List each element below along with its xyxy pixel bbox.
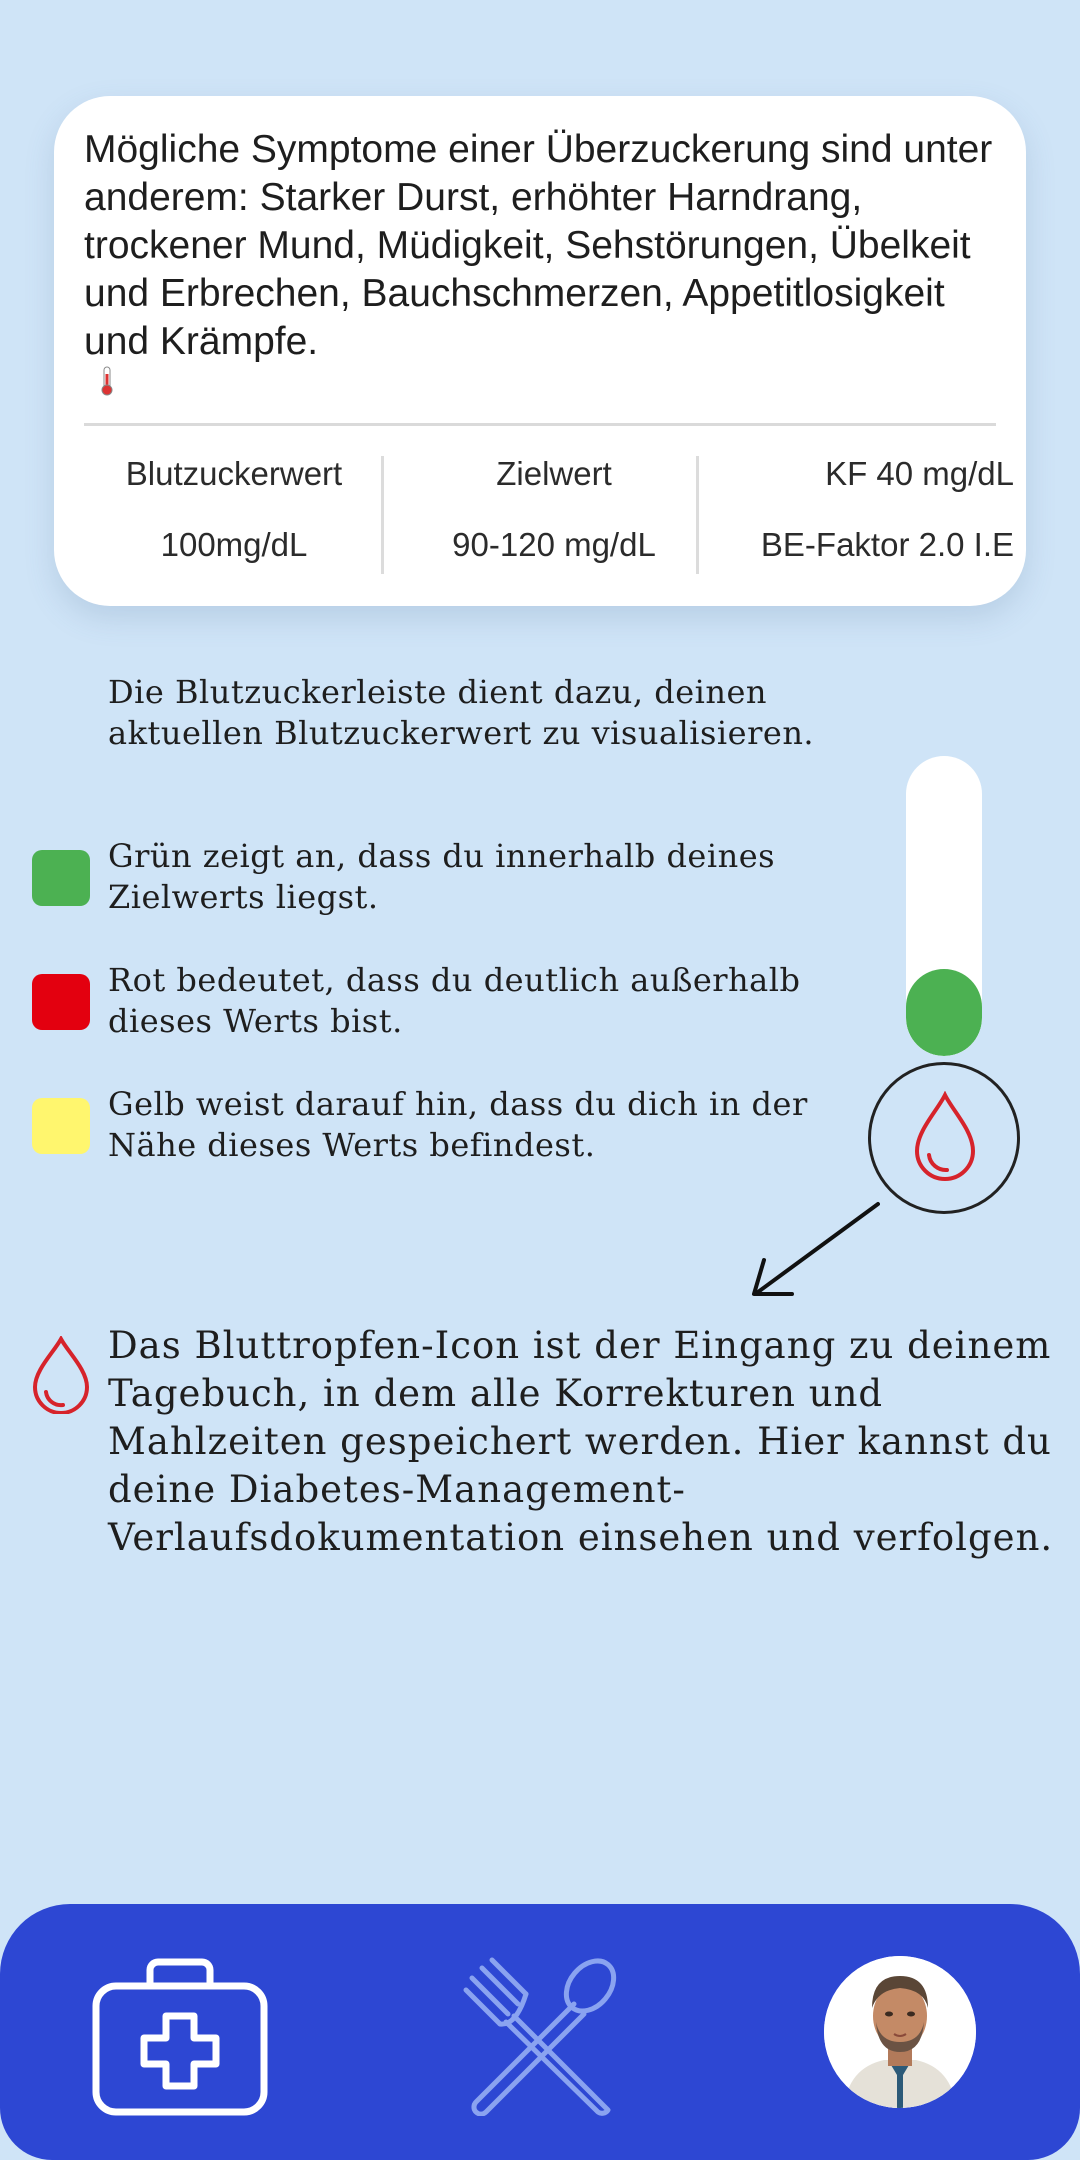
nav-medical-button[interactable] xyxy=(92,1958,268,2118)
blood-sugar-stat: Blutzuckerwert 100mg/dL xyxy=(84,451,384,571)
column-divider xyxy=(381,456,384,574)
info-card: Mögliche Symptome einer Überzuckerung si… xyxy=(54,96,1026,606)
column-divider xyxy=(696,456,699,574)
blood-sugar-meter xyxy=(906,756,982,1056)
legend-text-yellow: Gelb weist darauf hin, dass du dich in d… xyxy=(108,1085,808,1164)
kf-label: KF 40 mg/dL xyxy=(825,455,1014,492)
target-stat: Zielwert 90-120 mg/dL xyxy=(394,451,714,571)
blood-sugar-value: 100mg/dL xyxy=(160,526,308,563)
avatar xyxy=(824,1956,976,2108)
profile-avatar[interactable] xyxy=(824,1956,976,2108)
nav-meals-button[interactable] xyxy=(462,1956,622,2117)
card-divider xyxy=(84,423,996,426)
blood-drop-icon xyxy=(32,1336,90,1414)
red-swatch xyxy=(32,974,90,1030)
meter-intro-text: Die Blutzuckerleiste dient dazu, deinen … xyxy=(108,673,815,752)
blood-drop-icon xyxy=(914,1091,976,1181)
screen: Mögliche Symptome einer Überzuckerung si… xyxy=(0,0,1080,2160)
blood-sugar-label: Blutzuckerwert xyxy=(125,455,343,492)
diary-button[interactable] xyxy=(868,1062,1020,1214)
fork-spoon-icon xyxy=(463,1957,617,2117)
symptoms-text: Mögliche Symptome einer Überzuckerung si… xyxy=(84,128,993,363)
drop-icon-description: Das Bluttropfen-Icon ist der Eingang zu … xyxy=(108,1324,1054,1559)
pointer-arrow-icon xyxy=(752,1202,880,1296)
bottom-navigation xyxy=(0,1904,1080,2160)
legend-text-red: Rot bedeutet, dass du deutlich außerhalb… xyxy=(108,961,801,1040)
green-swatch xyxy=(32,850,90,906)
yellow-swatch xyxy=(32,1098,90,1154)
be-factor-label: BE-Faktor 2.0 I.E xyxy=(760,526,1014,563)
first-aid-kit-icon xyxy=(92,1958,268,2116)
target-value: 90-120 mg/dL xyxy=(452,526,656,563)
correction-stat: KF 40 mg/dL BE-Faktor 2.0 I.E xyxy=(724,451,1014,571)
legend-text-green: Grün zeigt an, dass du innerhalb deines … xyxy=(108,837,776,916)
meter-fill xyxy=(906,969,982,1056)
thermometer-icon xyxy=(101,366,113,396)
target-label: Zielwert xyxy=(496,455,612,492)
